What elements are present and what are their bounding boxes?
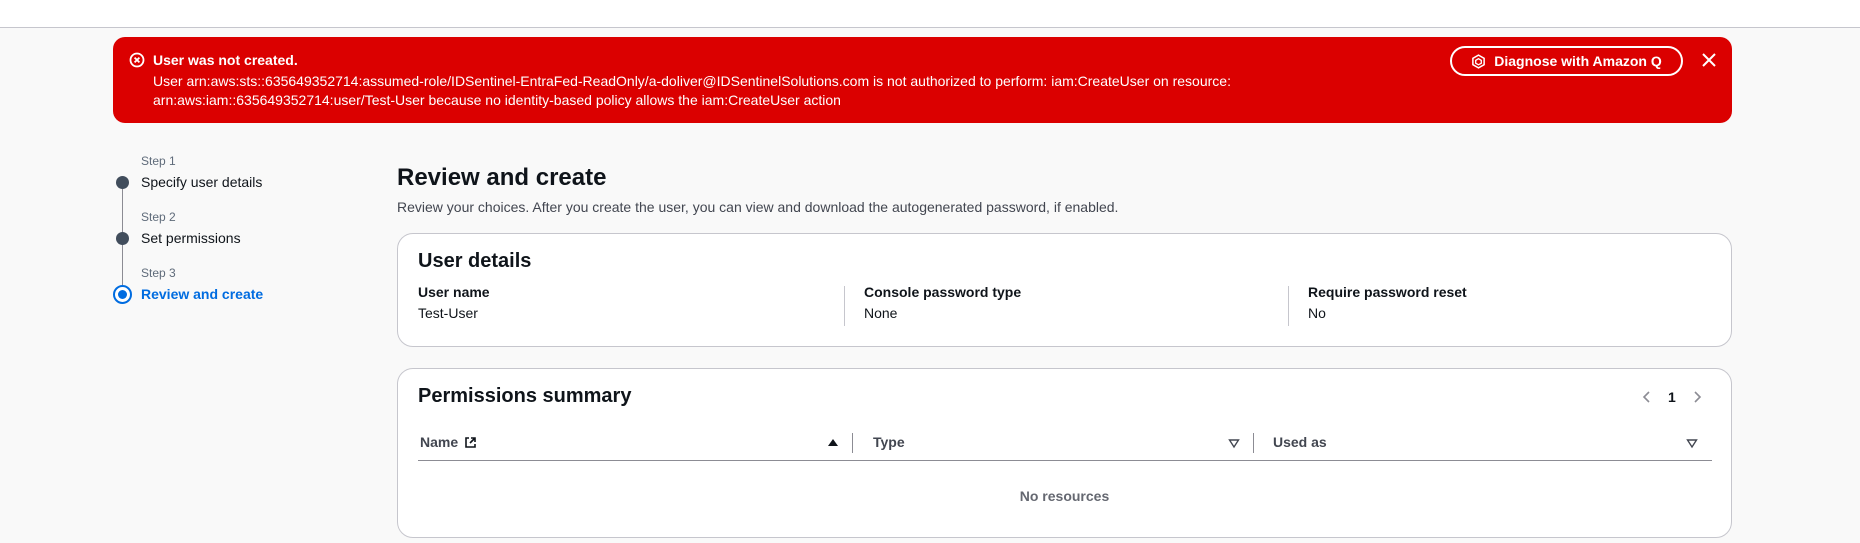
chevron-right-icon[interactable]: [1690, 390, 1704, 404]
step-3-number: Step 3: [141, 266, 176, 280]
page-title: Review and create: [397, 164, 607, 191]
close-icon[interactable]: [1699, 50, 1719, 70]
table-header: Name Type Used as: [418, 425, 1712, 461]
permissions-summary-title: Permissions summary: [418, 385, 632, 407]
step-3-indicator: [113, 285, 132, 304]
step-2-label[interactable]: Set permissions: [141, 230, 241, 246]
field-key: Require password reset: [1308, 284, 1467, 300]
amazon-q-icon: [1472, 53, 1486, 69]
page-description: Review your choices. After you create th…: [397, 199, 1119, 215]
field-value: No: [1308, 305, 1326, 321]
chevron-left-icon[interactable]: [1640, 390, 1654, 404]
column-resizer[interactable]: [852, 433, 853, 453]
column-header-used-as[interactable]: Used as: [1273, 434, 1327, 450]
sort-icon[interactable]: [1686, 437, 1698, 449]
column-header-label: Used as: [1273, 434, 1327, 450]
permissions-summary-card: Permissions summary 1 Name Type Used as …: [397, 368, 1732, 538]
pagination: 1: [1640, 389, 1704, 405]
console-password-type-field: Console password type None: [864, 284, 1021, 321]
column-header-label: Name: [420, 434, 459, 450]
step-2-number: Step 2: [141, 210, 176, 224]
field-key: Console password type: [864, 284, 1022, 300]
field-value: Test-User: [418, 305, 478, 321]
step-3-label: Review and create: [141, 286, 264, 302]
field-value: None: [864, 305, 898, 321]
error-icon: [129, 52, 145, 68]
flash-message-line-2: arn:aws:iam::635649352714:user/Test-User…: [153, 92, 841, 108]
column-header-label: Type: [873, 434, 905, 450]
diagnose-with-amazon-q-button[interactable]: Diagnose with Amazon Q: [1450, 46, 1683, 76]
user-details-title: User details: [418, 250, 532, 272]
empty-state-text: No resources: [1019, 488, 1110, 504]
top-navigation-bar: [0, 0, 1860, 28]
step-1-label[interactable]: Specify user details: [141, 174, 262, 190]
user-details-card: User details User name Test-User Console…: [397, 233, 1732, 347]
require-password-reset-field: Require password reset No: [1308, 284, 1467, 321]
user-name-field: User name Test-User: [418, 284, 490, 321]
step-1-indicator: [116, 176, 129, 189]
flash-title: User was not created.: [153, 52, 298, 68]
column-resizer[interactable]: [1253, 433, 1254, 453]
sort-ascending-icon[interactable]: [827, 437, 839, 449]
column-header-name[interactable]: Name: [420, 434, 477, 450]
flash-message-line-1: User arn:aws:sts::635649352714:assumed-r…: [153, 73, 1231, 89]
error-flashbar: User was not created. User arn:aws:sts::…: [113, 37, 1732, 123]
step-2-indicator: [116, 232, 129, 245]
current-page[interactable]: 1: [1668, 389, 1676, 405]
column-divider: [1288, 286, 1289, 326]
diagnose-label: Diagnose with Amazon Q: [1494, 53, 1662, 69]
field-key: User name: [418, 284, 490, 300]
column-header-type[interactable]: Type: [873, 434, 905, 450]
step-1-number: Step 1: [141, 154, 176, 168]
wizard-steps: Step 1 Specify user details Step 2 Set p…: [113, 150, 373, 310]
column-divider: [844, 286, 845, 326]
sort-icon[interactable]: [1228, 437, 1240, 449]
external-link-icon: [465, 436, 476, 448]
